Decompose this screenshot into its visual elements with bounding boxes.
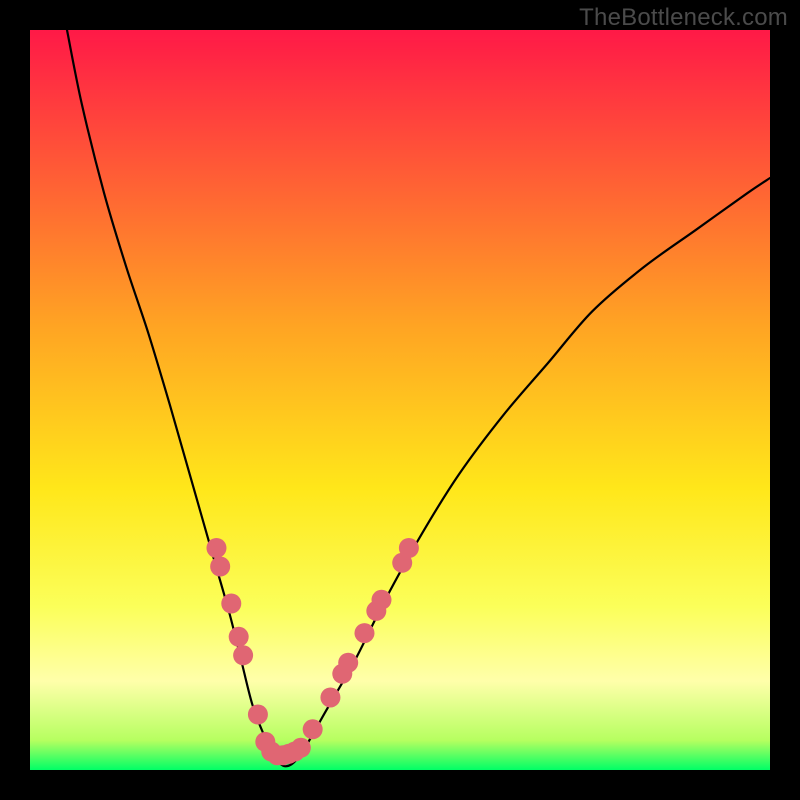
data-marker: [291, 738, 311, 758]
chart-frame: TheBottleneck.com: [0, 0, 800, 800]
data-marker: [303, 719, 323, 739]
watermark-text: TheBottleneck.com: [579, 4, 788, 32]
data-marker: [206, 538, 226, 558]
data-marker: [229, 627, 249, 647]
data-marker: [320, 687, 340, 707]
data-marker: [399, 538, 419, 558]
data-marker: [354, 623, 374, 643]
data-marker: [338, 653, 358, 673]
bottleneck-plot: [30, 30, 770, 770]
data-marker: [221, 594, 241, 614]
data-marker: [233, 645, 253, 665]
gradient-background: [30, 30, 770, 770]
data-marker: [248, 705, 268, 725]
data-marker: [372, 590, 392, 610]
data-marker: [210, 557, 230, 577]
